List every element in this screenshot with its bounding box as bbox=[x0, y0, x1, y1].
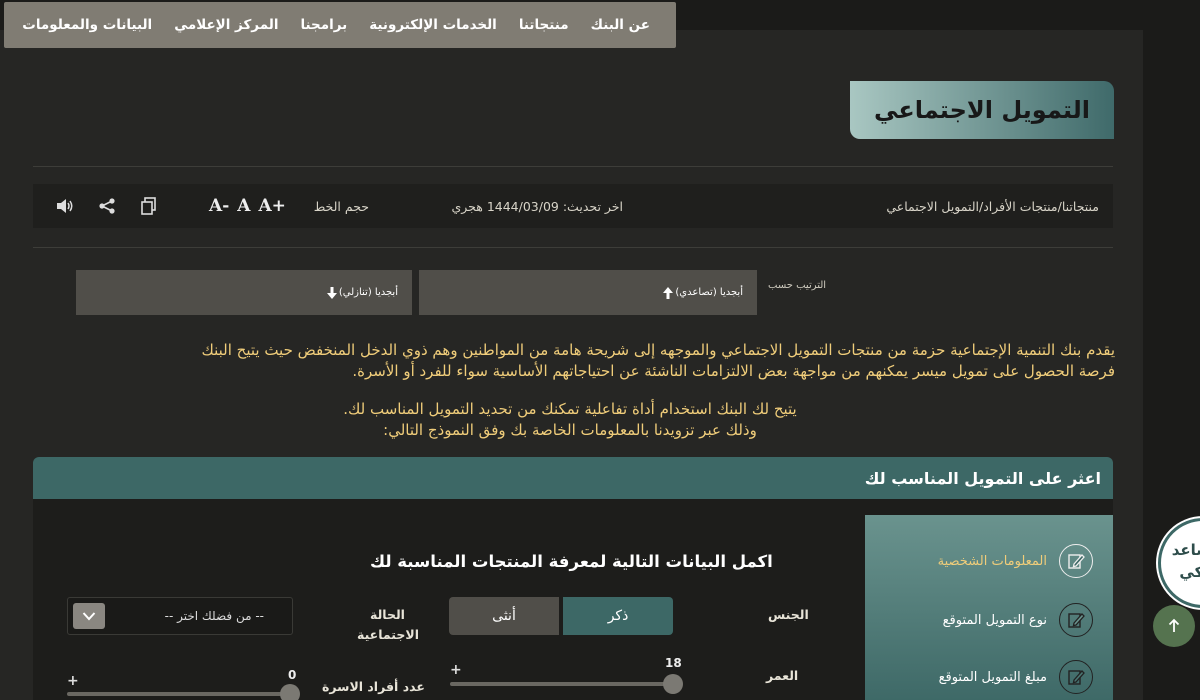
toolbar-icons bbox=[55, 196, 159, 216]
chevron-down-icon[interactable] bbox=[73, 603, 105, 629]
sort-descending-button[interactable]: أبجديا (تنازلي) bbox=[76, 270, 412, 315]
gender-male-button[interactable]: ذكر bbox=[563, 597, 673, 635]
font-size-controls: +A A -A bbox=[209, 196, 286, 216]
arrow-up-icon bbox=[1168, 618, 1180, 632]
family-size-slider[interactable] bbox=[67, 684, 300, 700]
page-title-block: التمويل الاجتماعي bbox=[850, 81, 1114, 139]
gender-female-button[interactable]: أنثى bbox=[449, 597, 559, 635]
top-navigation: عن البنك منتجاتنا الخدمات الإلكترونية بر… bbox=[4, 2, 676, 48]
nav-item-products[interactable]: منتجاتنا bbox=[519, 17, 569, 33]
share-icon[interactable] bbox=[97, 196, 117, 216]
font-decrease-button[interactable]: -A bbox=[209, 196, 229, 216]
last-update: اخر تحديث: 1444/03/09 هجري bbox=[451, 198, 624, 214]
form-title: اكمل البيانات التالية لمعرفة المنتجات ال… bbox=[370, 552, 773, 571]
edit-icon bbox=[1059, 603, 1093, 637]
smart-assistant-button[interactable]: ساعد ذكي bbox=[1158, 518, 1200, 608]
nav-item-e-services[interactable]: الخدمات الإلكترونية bbox=[369, 17, 497, 33]
scroll-to-top-button[interactable] bbox=[1153, 605, 1195, 647]
step-label: مبلغ التمويل المتوقع bbox=[938, 669, 1047, 685]
arrow-down-icon bbox=[326, 286, 337, 299]
assistant-label-line1: ساعد bbox=[1171, 541, 1200, 559]
marital-status-select[interactable]: -- من فضلك اختر -- bbox=[67, 597, 293, 635]
tool-intro-line1: يتيح لك البنك استخدام أداة تفاعلية تمكنك… bbox=[343, 400, 797, 418]
gender-label: الجنس bbox=[768, 607, 809, 622]
sort-descending-label: أبجديا (تنازلي) bbox=[338, 287, 398, 298]
finder-header: اعثر على التمويل المناسب لك bbox=[33, 457, 1113, 499]
sort-label: الترتيب حسب bbox=[768, 280, 827, 291]
page-toolbar: منتجاتنا/منتجات الأفراد/التمويل الاجتماع… bbox=[33, 184, 1113, 228]
age-slider[interactable] bbox=[450, 674, 683, 694]
nav-item-about[interactable]: عن البنك bbox=[591, 17, 650, 33]
age-label: العمر bbox=[766, 668, 799, 683]
edit-icon bbox=[1059, 660, 1093, 694]
family-size-slider-thumb[interactable] bbox=[280, 684, 300, 700]
step-personal-info[interactable]: المعلومات الشخصية bbox=[938, 544, 1093, 578]
marital-status-label-line1: الحالة bbox=[370, 607, 405, 622]
age-value: 18 bbox=[665, 656, 682, 670]
sort-ascending-label: أبجديا (تصاعدي) bbox=[675, 287, 743, 298]
page-title: التمويل الاجتماعي bbox=[874, 96, 1090, 124]
divider bbox=[33, 166, 1113, 167]
intro-paragraph-line2: فرصة الحصول على تمويل ميسر يمكنهم من موا… bbox=[352, 362, 1115, 380]
family-size-label: عدد أفراد الاسرة bbox=[322, 679, 425, 694]
family-size-value: 0 bbox=[288, 668, 297, 682]
age-plus-button[interactable]: + bbox=[450, 662, 462, 678]
finder-title: اعثر على التمويل المناسب لك bbox=[864, 468, 1101, 488]
marital-status-label-line2: الاجتماعية bbox=[357, 627, 419, 642]
font-size-label: حجم الخط bbox=[313, 198, 369, 214]
breadcrumb[interactable]: منتجاتنا/منتجات الأفراد/التمويل الاجتماع… bbox=[886, 199, 1099, 214]
edit-icon bbox=[1059, 544, 1093, 578]
font-normal-button[interactable]: A bbox=[237, 196, 250, 216]
age-slider-thumb[interactable] bbox=[663, 674, 683, 694]
family-size-plus-button[interactable]: + bbox=[67, 673, 79, 689]
nav-item-programs[interactable]: برامجنا bbox=[300, 17, 347, 33]
speaker-icon[interactable] bbox=[55, 196, 75, 216]
arrow-up-icon bbox=[663, 286, 674, 299]
step-label: المعلومات الشخصية bbox=[937, 553, 1047, 569]
assistant-label-line2: ذكي bbox=[1179, 563, 1200, 581]
step-label: نوع التمويل المتوقع bbox=[942, 612, 1047, 628]
assistant-label: ساعد ذكي bbox=[1171, 539, 1200, 583]
tool-intro-line2: وذلك عبر تزويدنا بالمعلومات الخاصة بك وف… bbox=[383, 421, 757, 439]
intro-paragraph-line1: يقدم بنك التنمية الإجتماعية حزمة من منتج… bbox=[201, 341, 1115, 359]
marital-status-value: -- من فضلك اختر -- bbox=[164, 609, 264, 623]
step-finance-type[interactable]: نوع التمويل المتوقع bbox=[943, 603, 1093, 637]
nav-item-data[interactable]: البيانات والمعلومات bbox=[22, 17, 152, 33]
copy-icon[interactable] bbox=[139, 196, 159, 216]
font-increase-button[interactable]: +A bbox=[258, 196, 285, 216]
finder-steps: المعلومات الشخصية نوع التمويل المتوقع مب… bbox=[865, 515, 1113, 700]
divider bbox=[33, 247, 1113, 248]
nav-item-media-center[interactable]: المركز الإعلامي bbox=[174, 17, 278, 33]
step-finance-amount[interactable]: مبلغ التمويل المتوقع bbox=[939, 660, 1093, 694]
sort-ascending-button[interactable]: أبجديا (تصاعدي) bbox=[419, 270, 757, 315]
